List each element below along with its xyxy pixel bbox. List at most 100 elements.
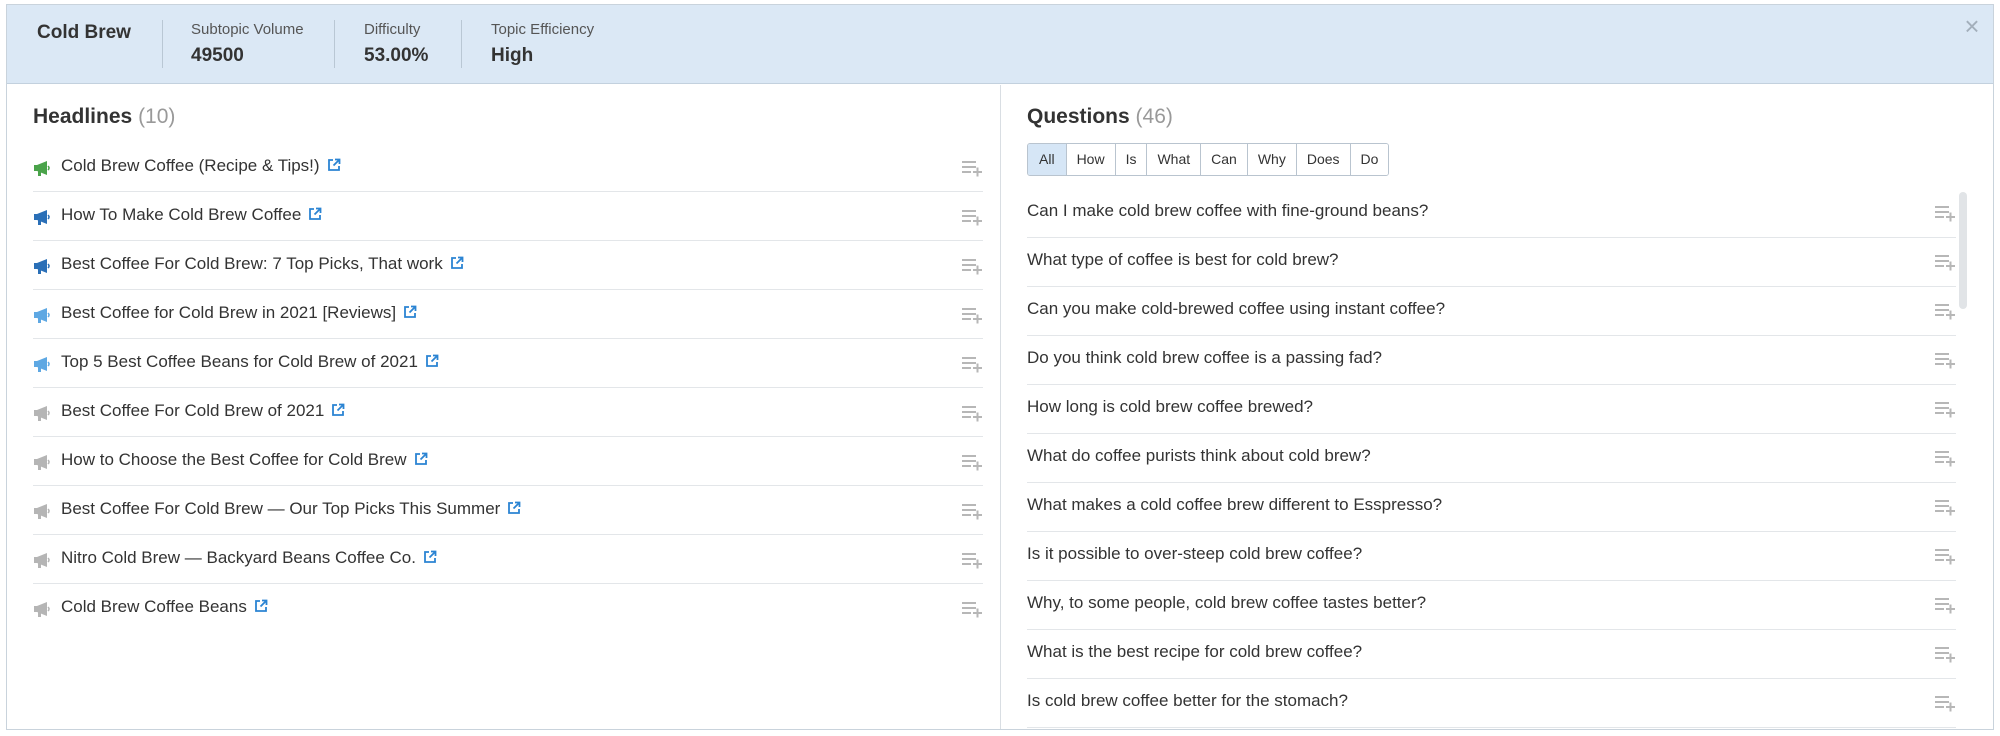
question-row: Is cold brew coffee better for the stoma…: [1027, 679, 1956, 728]
add-to-list-icon[interactable]: [1934, 694, 1956, 712]
question-text: Why, to some people, cold brew coffee ta…: [1027, 593, 1427, 612]
headline-link[interactable]: Cold Brew Coffee Beans: [61, 597, 268, 617]
megaphone-icon: [33, 306, 51, 324]
headline-row: How to Choose the Best Coffee for Cold B…: [33, 437, 983, 486]
add-to-list-icon[interactable]: [961, 257, 983, 275]
add-to-list-icon[interactable]: [1934, 645, 1956, 663]
megaphone-icon: [33, 257, 51, 275]
external-link-icon[interactable]: [507, 500, 521, 514]
headline-text: Best Coffee For Cold Brew of 2021: [61, 401, 325, 420]
headline-link[interactable]: How to Choose the Best Coffee for Cold B…: [61, 450, 428, 470]
close-icon[interactable]: ×: [1961, 13, 1983, 39]
external-link-icon[interactable]: [254, 598, 268, 612]
headline-link[interactable]: Top 5 Best Coffee Beans for Cold Brew of…: [61, 352, 439, 372]
add-to-list-icon[interactable]: [1934, 253, 1956, 271]
questions-list: Can I make cold brew coffee with fine-gr…: [1027, 189, 1956, 728]
question-row: Do you think cold brew coffee is a passi…: [1027, 336, 1956, 385]
filter-chip-why[interactable]: Why: [1246, 144, 1296, 175]
megaphone-icon: [33, 453, 51, 471]
add-to-list-icon[interactable]: [961, 355, 983, 373]
external-link-icon[interactable]: [450, 255, 464, 269]
headlines-section: Headlines (10) Cold Brew Coffee (Recipe …: [7, 85, 1000, 729]
add-to-list-icon[interactable]: [1934, 596, 1956, 614]
headline-row: Nitro Cold Brew — Backyard Beans Coffee …: [33, 535, 983, 584]
filter-chip-is[interactable]: Is: [1114, 144, 1147, 175]
question-text: What do coffee purists think about cold …: [1027, 446, 1371, 465]
headline-text: Nitro Cold Brew — Backyard Beans Coffee …: [61, 548, 416, 567]
filter-chip-all[interactable]: All: [1028, 144, 1067, 175]
headline-link[interactable]: Best Coffee For Cold Brew of 2021: [61, 401, 345, 421]
filter-chip-can[interactable]: Can: [1200, 144, 1247, 175]
questions-count: (46): [1135, 105, 1173, 128]
metric-label: Difficulty: [364, 21, 421, 38]
megaphone-icon: [33, 159, 51, 177]
external-link-icon[interactable]: [425, 353, 439, 367]
question-row: Why, to some people, cold brew coffee ta…: [1027, 581, 1956, 630]
external-link-icon[interactable]: [414, 451, 428, 465]
external-link-icon[interactable]: [308, 206, 322, 220]
question-row: What type of coffee is best for cold bre…: [1027, 238, 1956, 287]
megaphone-icon: [33, 600, 51, 618]
topic-header: Cold Brew Subtopic Volume 49500 Difficul…: [7, 5, 1993, 84]
headline-row: Best Coffee For Cold Brew of 2021: [33, 388, 983, 437]
headline-text: Best Coffee For Cold Brew: 7 Top Picks, …: [61, 254, 443, 273]
external-link-icon[interactable]: [327, 157, 341, 171]
question-row: Can you make cold-brewed coffee using in…: [1027, 287, 1956, 336]
add-to-list-icon[interactable]: [961, 502, 983, 520]
add-to-list-icon[interactable]: [961, 306, 983, 324]
external-link-icon[interactable]: [423, 549, 437, 563]
question-text: What type of coffee is best for cold bre…: [1027, 250, 1339, 269]
question-text: Can you make cold-brewed coffee using in…: [1027, 299, 1446, 318]
headline-link[interactable]: Best Coffee For Cold Brew — Our Top Pick…: [61, 499, 521, 519]
add-to-list-icon[interactable]: [1934, 400, 1956, 418]
headline-text: How To Make Cold Brew Coffee: [61, 205, 302, 224]
scrollbar-thumb[interactable]: [1959, 192, 1967, 309]
questions-section: Questions (46) All How Is What Can Why Does Do …: [1001, 85, 1993, 729]
add-to-list-icon[interactable]: [1934, 547, 1956, 565]
add-to-list-icon[interactable]: [1934, 498, 1956, 516]
headline-link[interactable]: Best Coffee For Cold Brew: 7 Top Picks, …: [61, 254, 464, 274]
headline-row: Best Coffee For Cold Brew — Our Top Pick…: [33, 486, 983, 535]
headline-row: Cold Brew Coffee (Recipe & Tips!): [33, 143, 983, 192]
add-to-list-icon[interactable]: [961, 600, 983, 618]
add-to-list-icon[interactable]: [1934, 351, 1956, 369]
topic-title: Cold Brew: [37, 22, 131, 43]
filter-chip-does[interactable]: Does: [1295, 144, 1350, 175]
questions-title: Questions (46): [1027, 105, 1173, 129]
headline-link[interactable]: Cold Brew Coffee (Recipe & Tips!): [61, 156, 341, 176]
megaphone-icon: [33, 355, 51, 373]
add-to-list-icon[interactable]: [961, 159, 983, 177]
question-text: Is it possible to over-steep cold brew c…: [1027, 544, 1363, 563]
headline-link[interactable]: How To Make Cold Brew Coffee: [61, 205, 322, 225]
external-link-icon[interactable]: [403, 304, 417, 318]
filter-chip-how[interactable]: How: [1065, 144, 1115, 175]
add-to-list-icon[interactable]: [1934, 449, 1956, 467]
external-link-icon[interactable]: [331, 402, 345, 416]
metric-value: 49500: [191, 45, 244, 66]
headline-link[interactable]: Best Coffee for Cold Brew in 2021 [Revie…: [61, 303, 417, 323]
question-row: What makes a cold coffee brew different …: [1027, 483, 1956, 532]
headlines-list: Cold Brew Coffee (Recipe & Tips!) How To …: [33, 143, 983, 633]
add-to-list-icon[interactable]: [1934, 204, 1956, 222]
add-to-list-icon[interactable]: [1934, 302, 1956, 320]
headline-row: Cold Brew Coffee Beans: [33, 584, 983, 633]
add-to-list-icon[interactable]: [961, 208, 983, 226]
metric-difficulty: Difficulty 53.00%: [364, 20, 428, 68]
question-filter-group: All How Is What Can Why Does Do: [1027, 143, 1390, 176]
add-to-list-icon[interactable]: [961, 404, 983, 422]
questions-scrollbar[interactable]: [1959, 192, 1967, 582]
filter-chip-do[interactable]: Do: [1349, 144, 1389, 175]
question-text: How long is cold brew coffee brewed?: [1027, 397, 1314, 416]
headline-text: How to Choose the Best Coffee for Cold B…: [61, 450, 407, 469]
headlines-title: Headlines (10): [33, 105, 175, 129]
headlines-title-text: Headlines: [33, 105, 133, 128]
headline-row: Best Coffee For Cold Brew: 7 Top Picks, …: [33, 241, 983, 290]
megaphone-icon: [33, 404, 51, 422]
add-to-list-icon[interactable]: [961, 453, 983, 471]
add-to-list-icon[interactable]: [961, 551, 983, 569]
headline-link[interactable]: Nitro Cold Brew — Backyard Beans Coffee …: [61, 548, 437, 568]
filter-chip-what[interactable]: What: [1146, 144, 1201, 175]
header-divider: [461, 20, 462, 68]
headline-row: How To Make Cold Brew Coffee: [33, 192, 983, 241]
headline-text: Cold Brew Coffee (Recipe & Tips!): [61, 156, 320, 175]
